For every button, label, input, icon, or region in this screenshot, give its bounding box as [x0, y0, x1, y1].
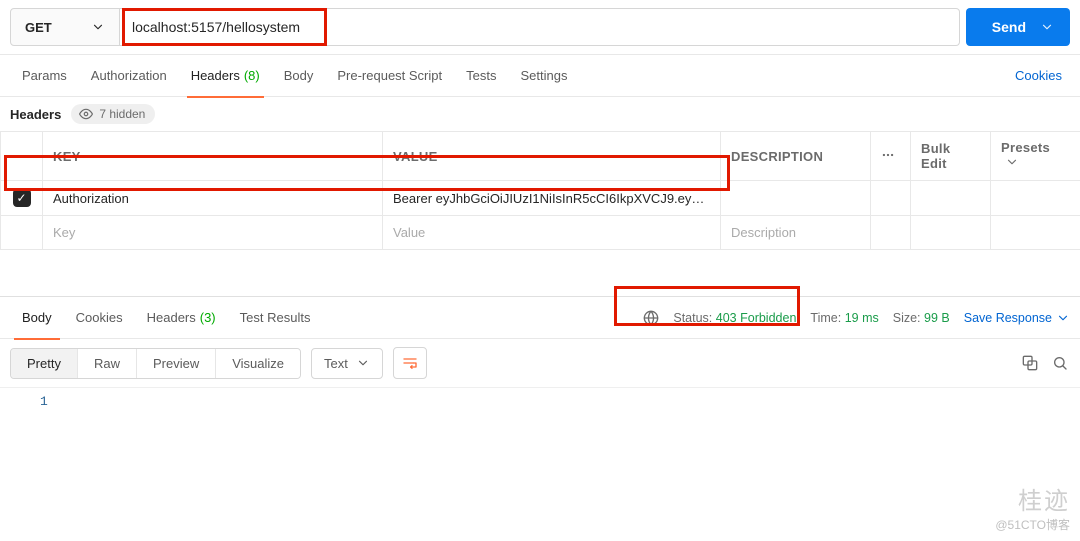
view-mode-pretty[interactable]: Pretty	[11, 349, 78, 378]
size-label: Size:	[893, 311, 921, 325]
request-url-input[interactable]	[120, 8, 960, 46]
header-key-cell[interactable]: Authorization	[43, 181, 383, 216]
table-row[interactable]: ✓ Authorization Bearer eyJhbGciOiJIUzI1N…	[1, 181, 1080, 216]
time-label: Time:	[810, 311, 841, 325]
response-toolbar: Pretty Raw Preview Visualize Text	[0, 339, 1080, 388]
search-button[interactable]	[1050, 353, 1070, 373]
chevron-down-icon	[91, 20, 105, 34]
header-description-cell[interactable]	[721, 181, 871, 216]
tab-tests[interactable]: Tests	[454, 55, 508, 97]
line-number: 1	[40, 394, 48, 409]
http-method-label: GET	[25, 20, 52, 35]
col-value: VALUE	[383, 132, 721, 181]
header-value-placeholder[interactable]: Value	[383, 216, 721, 250]
tab-params[interactable]: Params	[10, 55, 79, 97]
col-toggle	[1, 132, 43, 181]
headers-table: KEY VALUE DESCRIPTION Bulk Edit Presets …	[0, 131, 1080, 250]
response-tabs: Body Cookies Headers (3) Test Results St…	[0, 297, 1080, 339]
wrap-icon	[402, 355, 418, 371]
globe-icon	[643, 310, 659, 326]
header-desc-placeholder[interactable]: Description	[721, 216, 871, 250]
presets-dropdown[interactable]: Presets	[991, 132, 1080, 181]
copy-icon	[1022, 355, 1038, 371]
watermark-hanzi: 桂迹	[995, 481, 1070, 516]
resp-tab-body[interactable]: Body	[10, 297, 64, 339]
tab-headers[interactable]: Headers (8)	[179, 55, 272, 97]
headers-subheader: Headers 7 hidden	[0, 97, 1080, 131]
tab-prerequest[interactable]: Pre-request Script	[325, 55, 454, 97]
time-value: 19 ms	[845, 311, 879, 325]
status-label: Status:	[673, 311, 712, 325]
watermark-credit: @51CTO博客	[995, 518, 1070, 532]
table-row-blank[interactable]: Key Value Description	[1, 216, 1080, 250]
cookies-link[interactable]: Cookies	[1007, 68, 1070, 83]
eye-icon	[79, 107, 93, 121]
size-value: 99 B	[924, 311, 950, 325]
wrap-lines-button[interactable]	[393, 347, 427, 379]
header-value-cell[interactable]: Bearer eyJhbGciOiJIUzI1NiIsInR5cCI6IkpXV…	[383, 181, 721, 216]
search-icon	[1052, 355, 1068, 371]
header-key-placeholder[interactable]: Key	[43, 216, 383, 250]
response-panel: Body Cookies Headers (3) Test Results St…	[0, 296, 1080, 541]
send-button[interactable]: Send	[966, 8, 1070, 46]
tab-authorization[interactable]: Authorization	[79, 55, 179, 97]
view-mode-visualize[interactable]: Visualize	[216, 349, 300, 378]
resp-tab-test-results[interactable]: Test Results	[228, 297, 323, 339]
request-tabs: Params Authorization Headers (8) Body Pr…	[0, 55, 1080, 97]
response-meta: Status: 403 Forbidden Time: 19 ms Size: …	[643, 310, 1070, 326]
checkbox-checked-icon[interactable]: ✓	[13, 189, 31, 207]
status-code: 403	[716, 311, 737, 325]
response-body: 1	[0, 388, 1080, 508]
send-button-label: Send	[992, 19, 1026, 35]
col-key: KEY	[43, 132, 383, 181]
view-mode-raw[interactable]: Raw	[78, 349, 137, 378]
resp-tab-cookies[interactable]: Cookies	[64, 297, 135, 339]
headers-title: Headers	[10, 107, 61, 122]
view-mode-segment: Pretty Raw Preview Visualize	[10, 348, 301, 379]
hidden-headers-toggle[interactable]: 7 hidden	[71, 104, 155, 124]
chevron-down-icon	[1056, 311, 1070, 325]
language-select[interactable]: Text	[311, 348, 383, 379]
copy-button[interactable]	[1020, 353, 1040, 373]
more-options-icon	[881, 148, 895, 162]
tab-headers-count: (8)	[244, 68, 260, 83]
chevron-down-icon	[356, 356, 370, 370]
chevron-down-icon	[1005, 155, 1019, 169]
bulk-edit-link[interactable]: Bulk Edit	[911, 132, 991, 181]
status-text: Forbidden	[740, 311, 796, 325]
watermark: 桂迹 @51CTO博客	[995, 481, 1070, 533]
chevron-down-icon	[1040, 20, 1054, 34]
request-bar: GET Send	[0, 0, 1080, 55]
view-mode-preview[interactable]: Preview	[137, 349, 216, 378]
col-actions[interactable]	[871, 132, 911, 181]
tab-settings[interactable]: Settings	[508, 55, 579, 97]
save-response-button[interactable]: Save Response	[964, 311, 1070, 325]
col-description: DESCRIPTION	[721, 132, 871, 181]
resp-tab-headers[interactable]: Headers (3)	[135, 297, 228, 339]
http-method-select[interactable]: GET	[10, 8, 120, 46]
tab-body[interactable]: Body	[272, 55, 326, 97]
